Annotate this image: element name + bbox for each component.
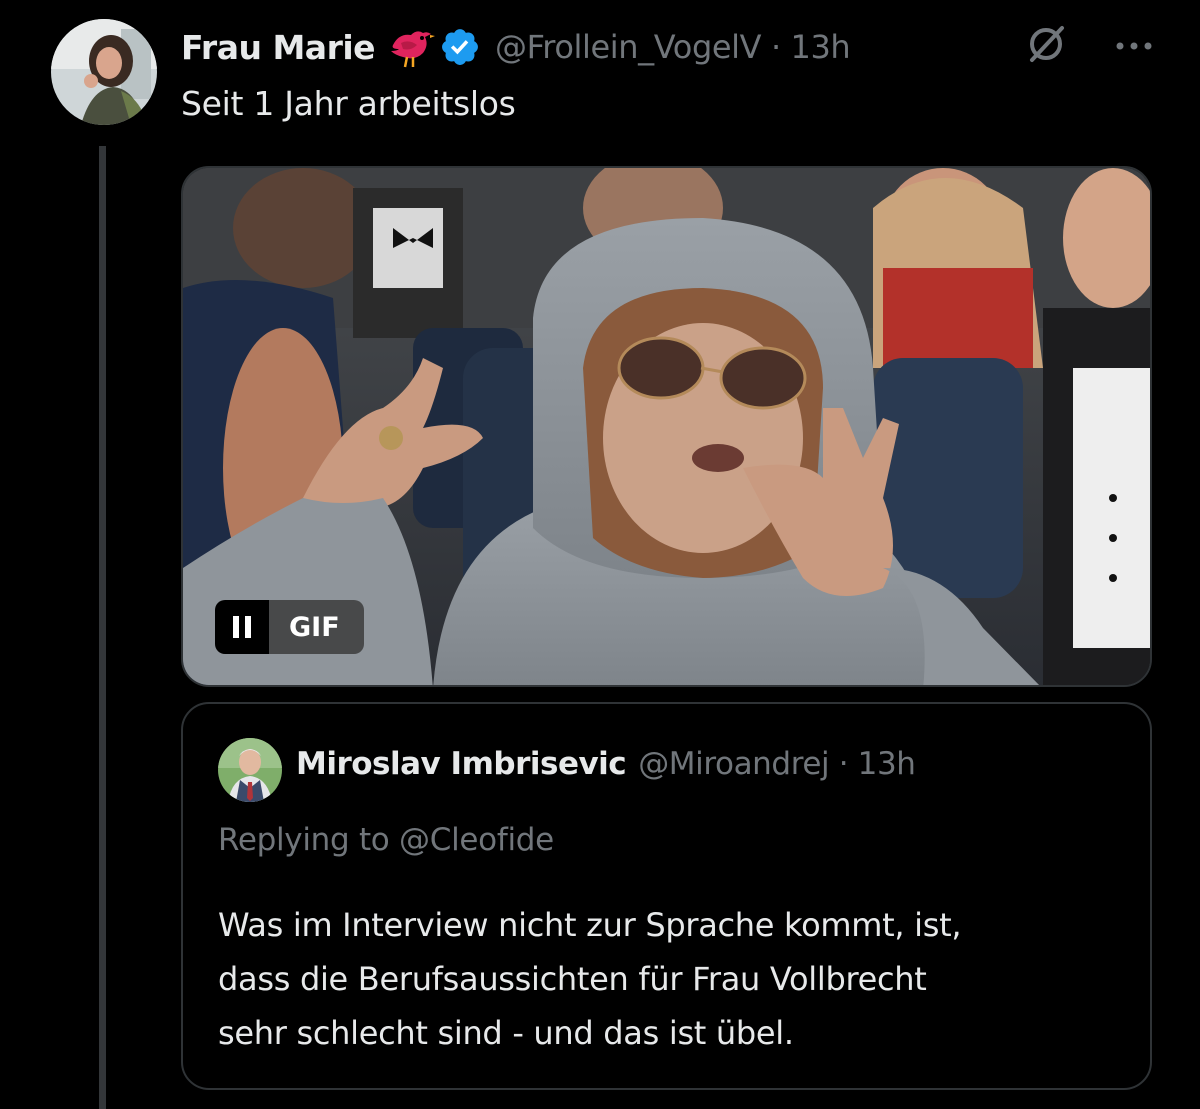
quoted-author-name[interactable]: Miroslav Imbrisevic — [296, 746, 627, 782]
gif-controls: GIF — [215, 600, 364, 654]
meta-separator: · — [838, 746, 849, 782]
replying-to-prefix: Replying to — [218, 822, 390, 858]
quoted-post[interactable]: Miroslav Imbrisevic @Miroandrej · 13h Re… — [181, 702, 1152, 1090]
grok-icon[interactable] — [1024, 22, 1068, 70]
post-header: Frau Marie @Frollein_VogelV · 13h — [181, 22, 851, 72]
gif-media[interactable]: GIF — [181, 166, 1152, 687]
quoted-post-line: Was im Interview nicht zur Sprache kommt… — [218, 906, 962, 944]
verified-badge-icon[interactable] — [439, 26, 481, 68]
quoted-post-text: Was im Interview nicht zur Sprache kommt… — [218, 898, 1118, 1060]
pause-icon — [233, 616, 251, 638]
gif-badge: GIF — [269, 600, 364, 654]
meta-separator: · — [770, 28, 781, 66]
author-display-name[interactable]: Frau Marie — [181, 28, 376, 67]
quoted-post-line: dass die Berufsaussichten für Frau Vollb… — [218, 960, 927, 998]
red-bird-icon — [387, 25, 436, 69]
post-timestamp[interactable]: 13h — [791, 28, 851, 66]
post-text: Seit 1 Jahr arbeitslos — [181, 84, 516, 123]
author-avatar[interactable] — [51, 19, 157, 125]
quoted-post-timestamp[interactable]: 13h — [858, 746, 916, 782]
replying-to: Replying to @Cleofide — [218, 822, 554, 858]
pause-button[interactable] — [215, 600, 269, 654]
post-actions — [1024, 22, 1154, 70]
replying-to-handle[interactable]: @Cleofide — [399, 822, 554, 858]
quoted-author-avatar[interactable] — [218, 738, 282, 802]
quoted-author-handle[interactable]: @Miroandrej — [638, 746, 829, 782]
more-options-icon[interactable] — [1114, 37, 1154, 56]
quoted-post-line: sehr schlecht sind - und das ist übel. — [218, 1014, 794, 1052]
thread-connector-line — [99, 146, 106, 1109]
author-handle[interactable]: @Frollein_VogelV — [495, 28, 762, 66]
